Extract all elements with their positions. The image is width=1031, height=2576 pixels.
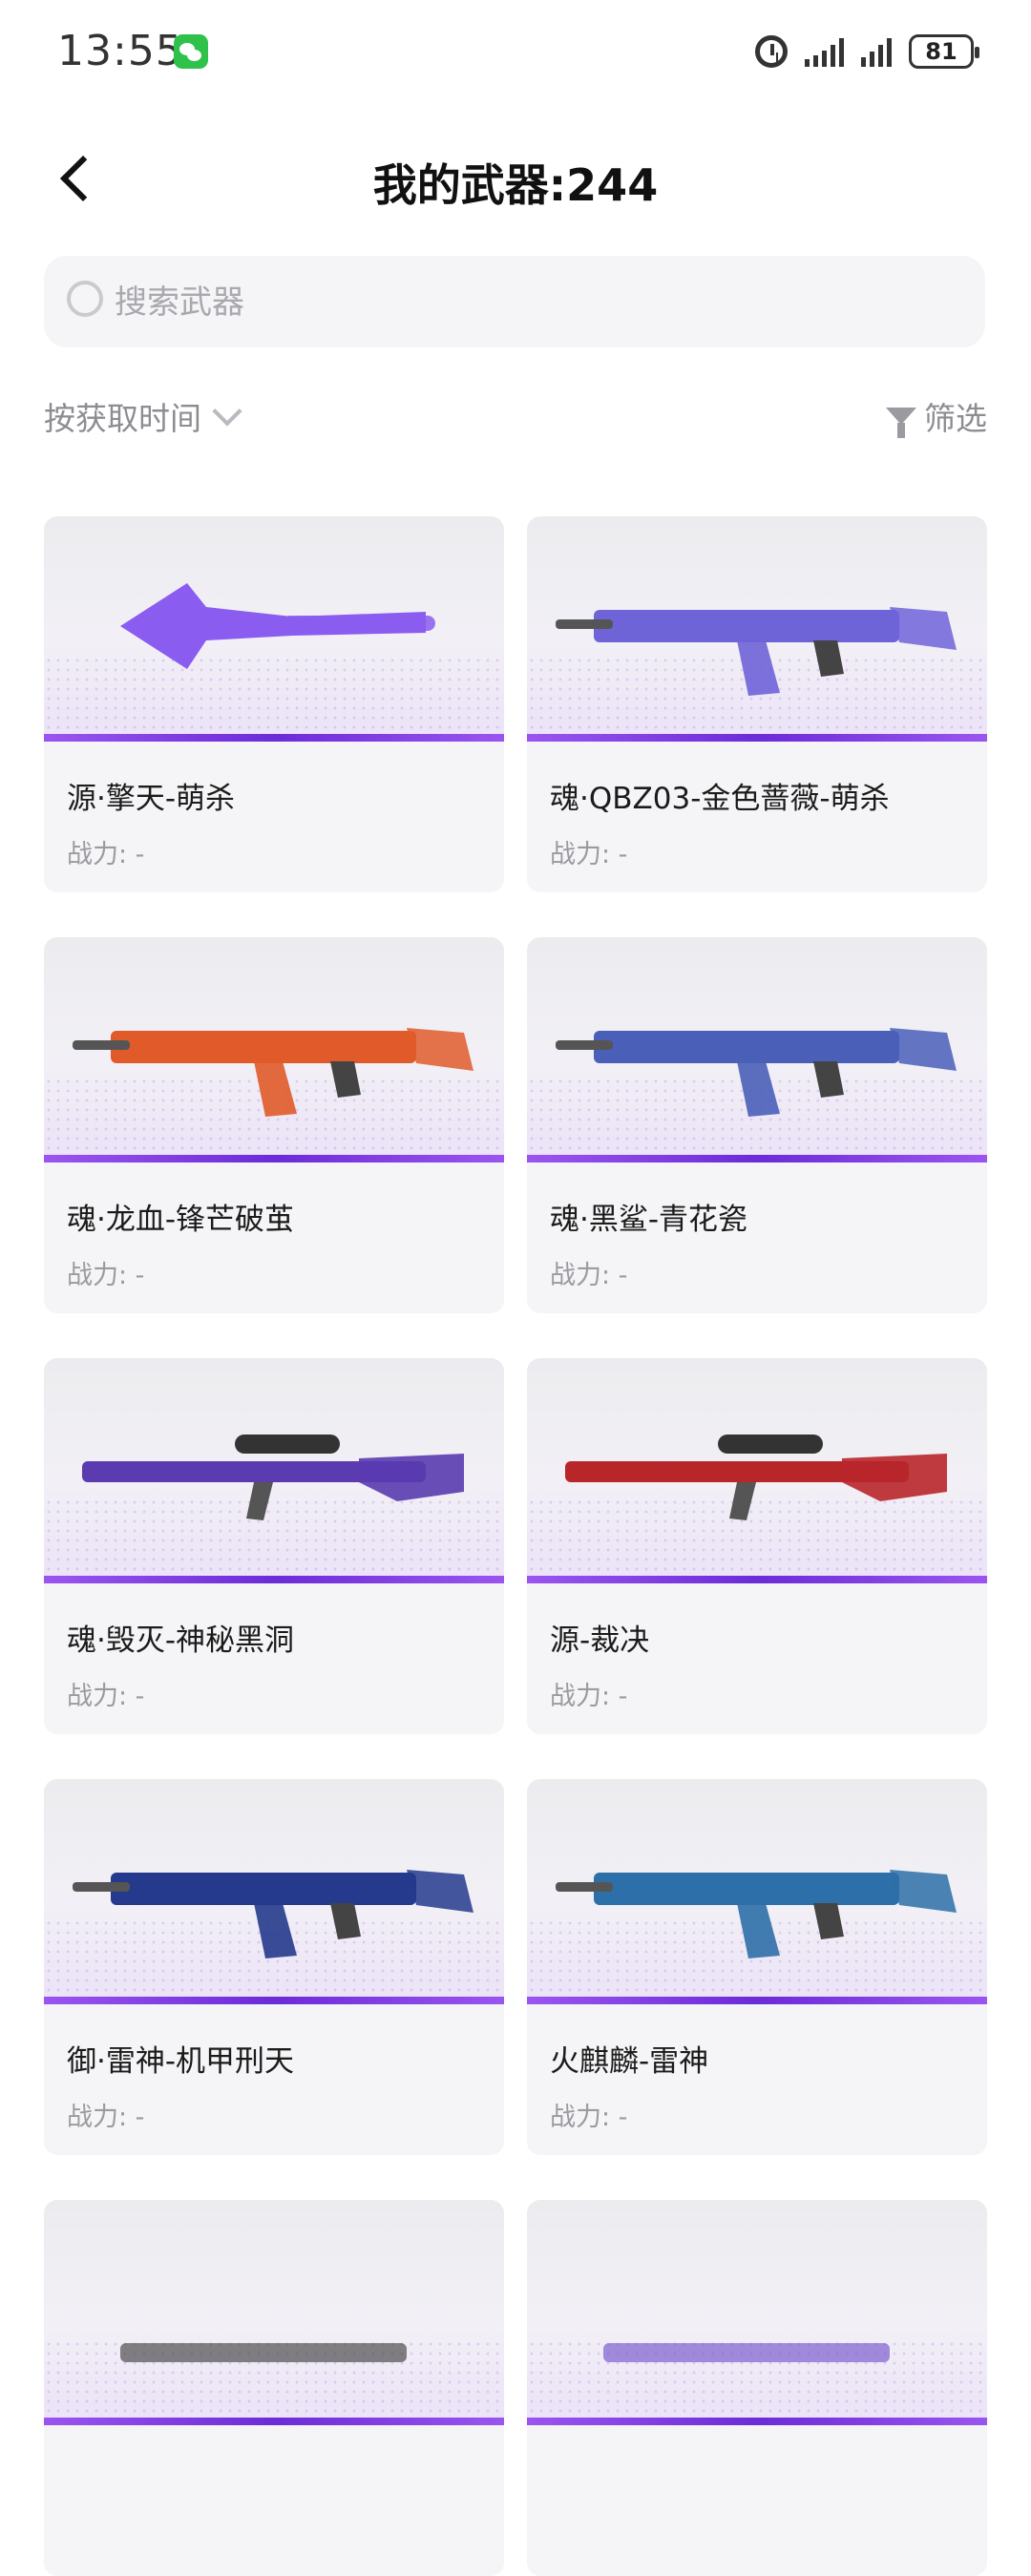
weapon-image	[527, 1358, 987, 1583]
weapon-card[interactable]: 魂·QBZ03-金色蔷薇-萌杀 战力: -	[527, 516, 987, 892]
rifle-weapon-icon	[556, 607, 957, 696]
search-bar[interactable]	[44, 256, 985, 349]
rifle-weapon-icon	[73, 1028, 473, 1117]
axe-weapon-icon	[120, 583, 435, 669]
chevron-down-icon	[212, 396, 242, 427]
weapon-card[interactable]: 源·擎天-萌杀 战力: -	[44, 516, 504, 892]
weapon-image	[44, 937, 504, 1162]
search-input[interactable]	[113, 256, 957, 349]
filter-label: 筛选	[924, 400, 987, 437]
rarity-bar	[44, 1997, 504, 2004]
sniper-weapon-icon	[565, 1435, 947, 1520]
weapon-card[interactable]	[44, 2200, 504, 2576]
weapon-power: 战力: -	[550, 2103, 628, 2132]
weapon-card[interactable]: 魂·龙血-锋芒破茧 战力: -	[44, 937, 504, 1313]
weapon-power: 战力: -	[67, 2103, 145, 2132]
weapon-image	[527, 516, 987, 742]
rarity-bar	[527, 734, 987, 742]
sniper-weapon-icon	[82, 1435, 464, 1520]
weapon-image	[527, 1779, 987, 2004]
weapon-power: 战力: -	[67, 1261, 145, 1290]
rarity-bar	[527, 1576, 987, 1583]
weapon-image	[527, 937, 987, 1162]
weapon-power: 战力: -	[550, 1682, 628, 1711]
rarity-bar	[44, 1576, 504, 1583]
weapon-icon	[603, 2343, 890, 2362]
status-time: 13:55	[57, 27, 183, 75]
weapon-image	[44, 1358, 504, 1583]
rarity-bar	[527, 1155, 987, 1162]
weapon-icon	[120, 2343, 407, 2362]
signal-icon	[861, 36, 892, 67]
weapon-name: 魂·毁灭-神秘黑洞	[67, 1623, 295, 1658]
rarity-bar	[44, 2418, 504, 2425]
status-icons: 81	[755, 31, 979, 73]
weapon-name: 魂·QBZ03-金色蔷薇-萌杀	[550, 782, 890, 816]
weapon-card[interactable]: 火麒麟-雷神 战力: -	[527, 1779, 987, 2155]
rarity-bar	[527, 1997, 987, 2004]
rarity-bar	[527, 2418, 987, 2425]
weapon-name: 源-裁决	[550, 1623, 650, 1658]
signal-icon	[805, 36, 844, 67]
weapon-name: 御·雷神-机甲刑天	[67, 2044, 295, 2079]
weapon-power: 战力: -	[550, 1261, 628, 1290]
weapon-card[interactable]	[527, 2200, 987, 2576]
rifle-weapon-icon	[73, 1870, 473, 1958]
weapon-card[interactable]: 源-裁决 战力: -	[527, 1358, 987, 1734]
weapon-name: 火麒麟-雷神	[550, 2044, 709, 2079]
weapon-card[interactable]: 魂·黑鲨-青花瓷 战力: -	[527, 937, 987, 1313]
filter-button[interactable]: 筛选	[886, 393, 987, 439]
sort-dropdown[interactable]: 按获取时间	[44, 393, 242, 439]
alarm-icon	[755, 35, 788, 68]
sort-label: 按获取时间	[44, 400, 201, 437]
weapon-card[interactable]: 御·雷神-机甲刑天 战力: -	[44, 1779, 504, 2155]
weapon-power: 战力: -	[550, 840, 628, 869]
weapon-power: 战力: -	[67, 1682, 145, 1711]
wechat-notification-icon	[174, 34, 208, 69]
rarity-bar	[44, 1155, 504, 1162]
battery-icon: 81	[909, 34, 979, 69]
status-bar: 13:55 81	[0, 0, 1031, 105]
weapon-image	[44, 2200, 504, 2425]
search-icon	[67, 281, 103, 317]
rarity-bar	[44, 734, 504, 742]
weapon-image	[44, 516, 504, 742]
weapon-image	[527, 2200, 987, 2425]
rifle-weapon-icon	[556, 1028, 957, 1117]
weapon-power: 战力: -	[67, 840, 145, 869]
weapon-name: 源·擎天-萌杀	[67, 782, 236, 816]
weapon-card[interactable]: 魂·毁灭-神秘黑洞 战力: -	[44, 1358, 504, 1734]
rifle-weapon-icon	[556, 1870, 957, 1958]
weapon-name: 魂·龙血-锋芒破茧	[67, 1203, 295, 1237]
weapon-image	[44, 1779, 504, 2004]
filter-icon	[886, 408, 916, 438]
weapon-name: 魂·黑鲨-青花瓷	[550, 1203, 748, 1237]
page-title: 我的武器:244	[372, 159, 659, 211]
